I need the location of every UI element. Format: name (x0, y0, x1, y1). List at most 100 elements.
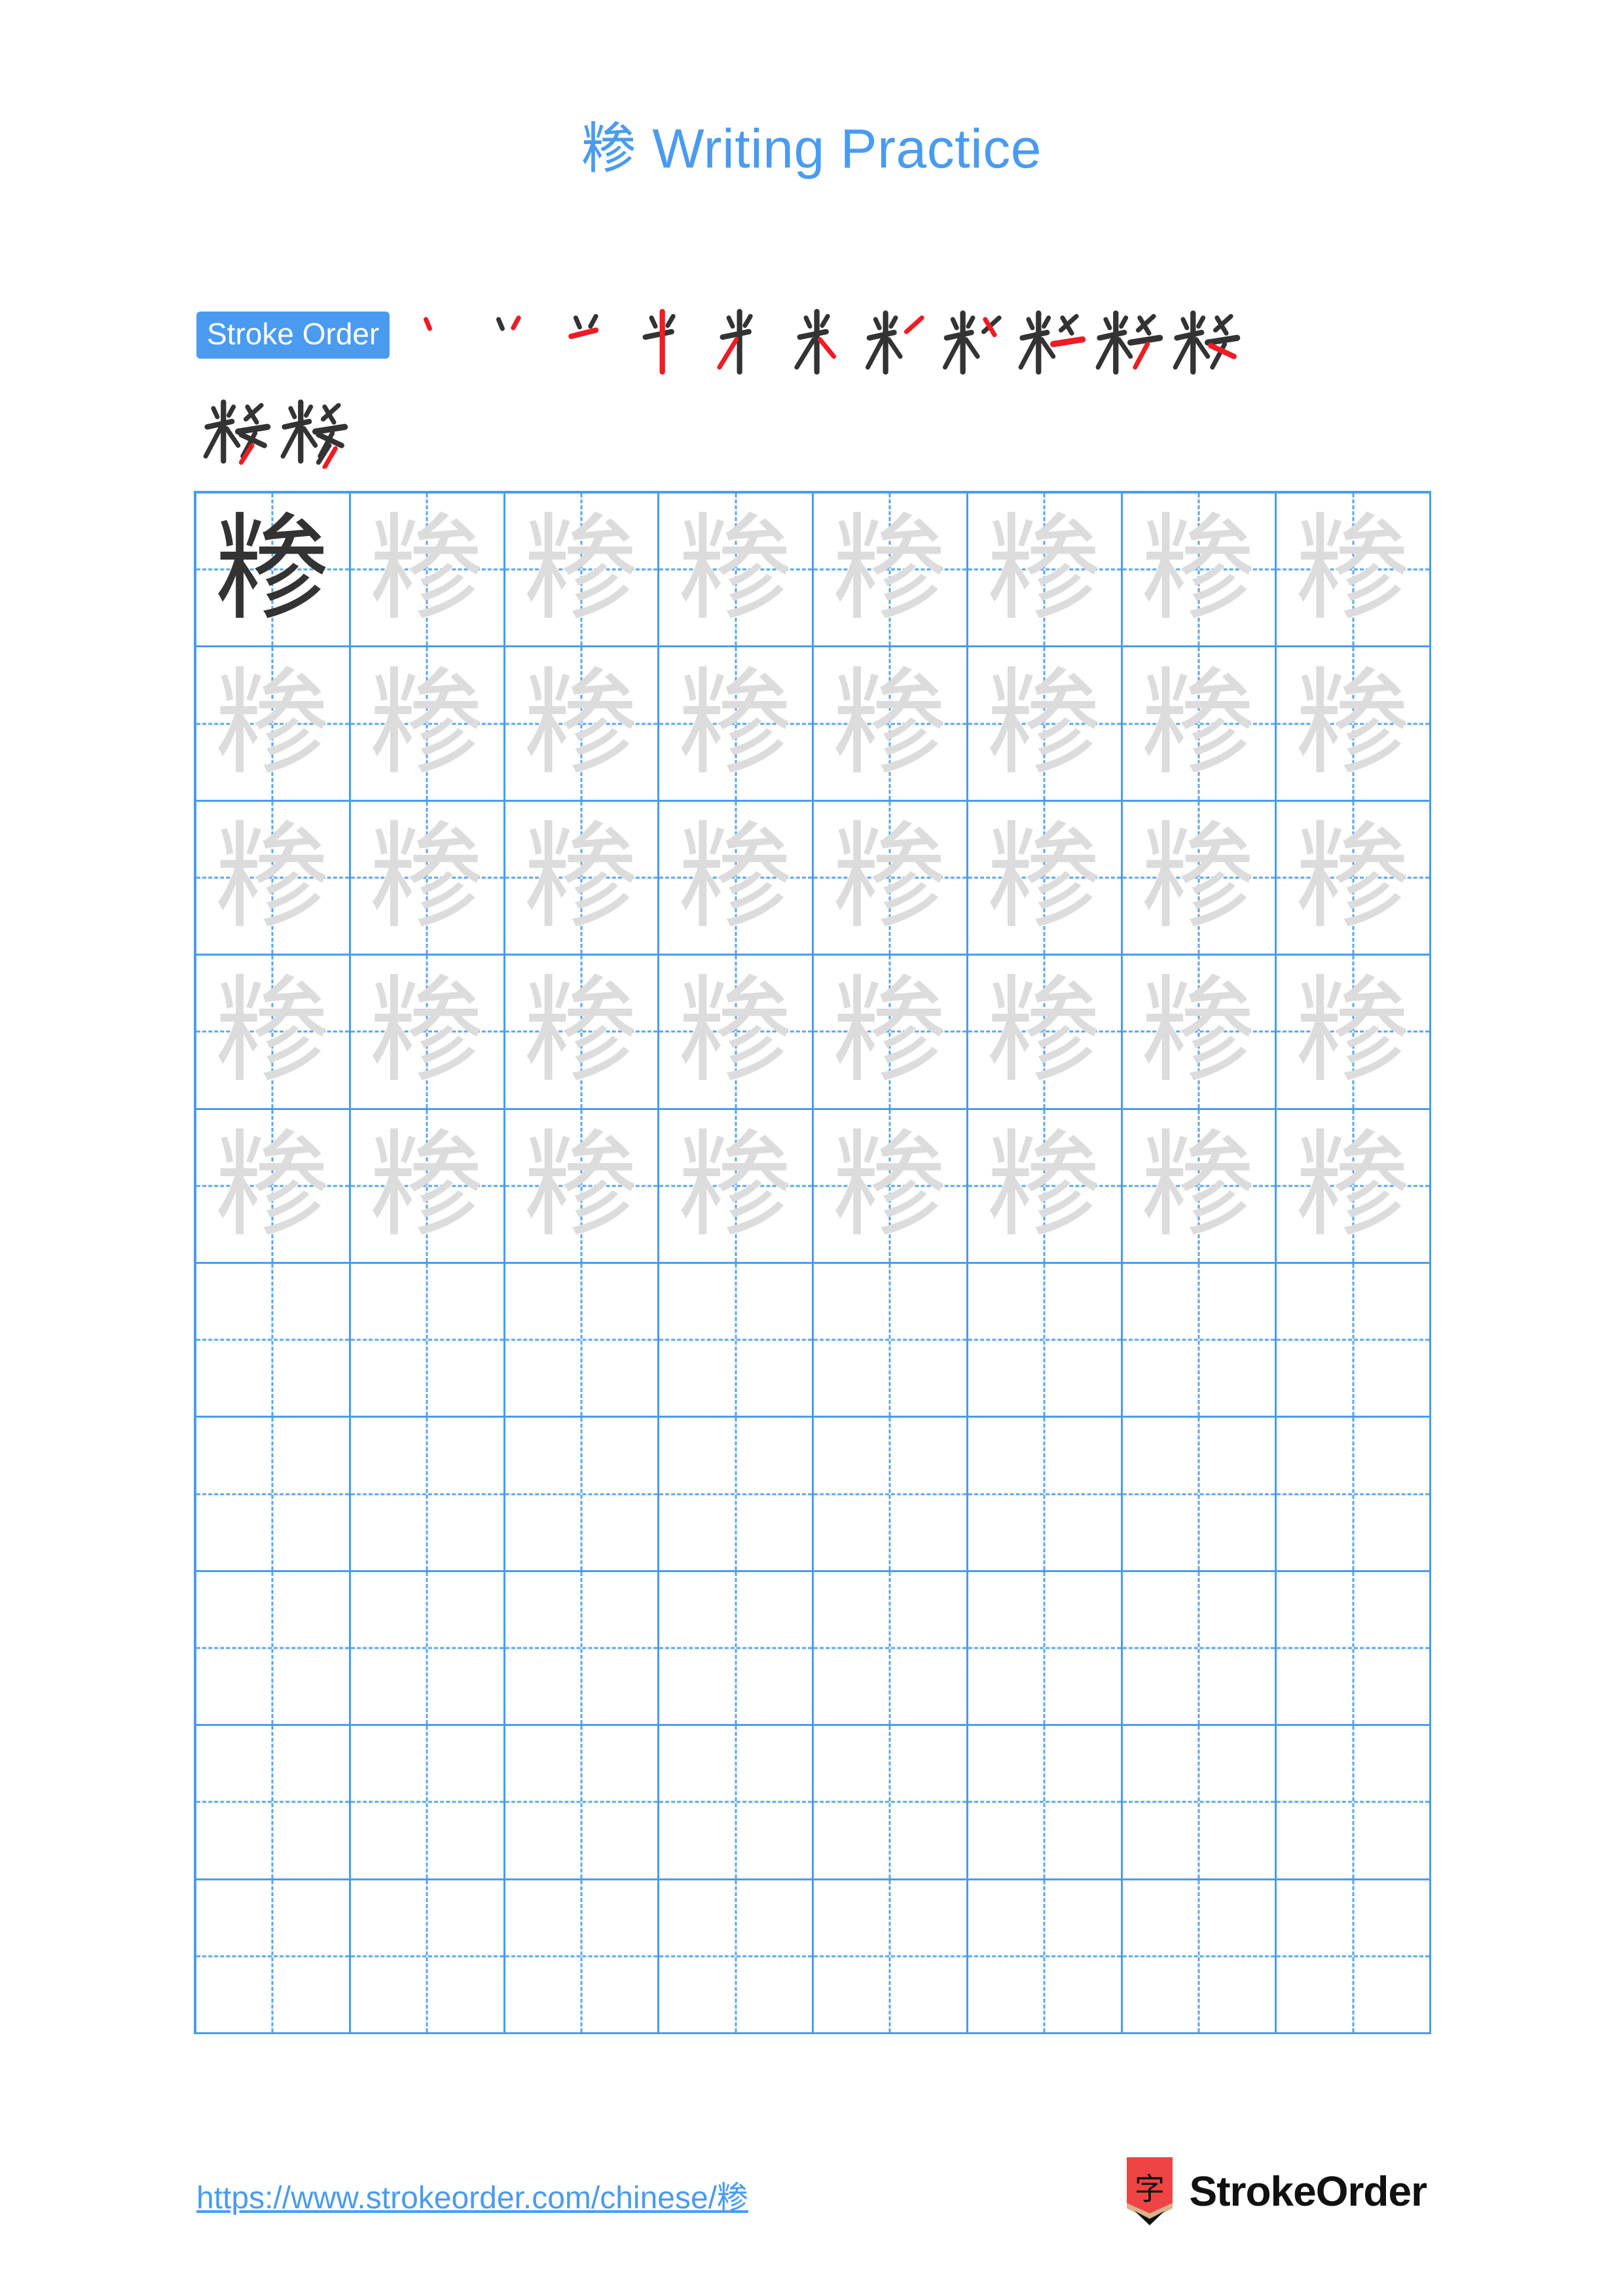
practice-cell-empty[interactable] (814, 1571, 968, 1727)
practice-cell-empty[interactable] (505, 1571, 660, 1727)
practice-cell-empty[interactable] (1122, 1571, 1277, 1727)
practice-cell[interactable]: 糁 (1122, 1109, 1277, 1264)
title-suffix: Writing Practice (636, 118, 1042, 179)
practice-cell[interactable]: 糁 (814, 1109, 968, 1264)
trace-character: 糁 (678, 1118, 793, 1253)
trace-character: 糁 (678, 964, 793, 1099)
practice-cell[interactable]: 糁 (196, 1109, 351, 1264)
practice-cell[interactable]: 糁 (968, 647, 1123, 802)
practice-cell-empty[interactable] (968, 1880, 1123, 2034)
trace-character: 糁 (678, 656, 793, 791)
practice-cell-empty[interactable] (1277, 1418, 1431, 1572)
practice-cell[interactable]: 糁 (968, 956, 1123, 1110)
practice-cell-empty[interactable] (350, 1880, 505, 2034)
practice-cell-empty[interactable] (814, 1880, 968, 2034)
practice-cell[interactable]: 糁 (196, 956, 351, 1110)
practice-cell[interactable]: 糁 (659, 801, 814, 956)
stroke-step-13 (274, 391, 351, 469)
practice-cell[interactable]: 糁 (659, 956, 814, 1110)
practice-cell-empty[interactable] (505, 1880, 660, 2034)
practice-cell-empty[interactable] (1277, 1571, 1431, 1727)
practice-cell-empty[interactable] (814, 1418, 968, 1572)
practice-cell[interactable]: 糁 (350, 956, 505, 1110)
stroke-step-2 (471, 302, 548, 380)
practice-cell-empty[interactable] (1277, 1263, 1431, 1418)
practice-cell-empty[interactable] (350, 1726, 505, 1880)
practice-cell[interactable]: 糁 (968, 1109, 1123, 1264)
practice-cell[interactable]: 糁 (968, 801, 1123, 956)
practice-cell-empty[interactable] (659, 1726, 814, 1880)
practice-cell[interactable]: 糁 (814, 647, 968, 802)
practice-cell-empty[interactable] (1122, 1880, 1277, 2034)
practice-cell-empty[interactable] (814, 1726, 968, 1880)
practice-cell[interactable]: 糁 (814, 956, 968, 1110)
pencil-logo-icon: 字 (1124, 2157, 1175, 2225)
practice-cell-empty[interactable] (968, 1571, 1123, 1727)
practice-cell[interactable]: 糁 (505, 956, 660, 1110)
practice-cell[interactable]: 糁 (968, 493, 1123, 648)
practice-cell[interactable]: 糁 (659, 1109, 814, 1264)
practice-cell-empty[interactable] (1277, 1726, 1431, 1880)
practice-cell-empty[interactable] (505, 1418, 660, 1572)
practice-cell[interactable]: 糁 (1122, 801, 1277, 956)
practice-cell-empty[interactable] (1122, 1726, 1277, 1880)
practice-cell-empty[interactable] (968, 1263, 1123, 1418)
practice-cell[interactable]: 糁 (659, 493, 814, 648)
practice-cell-empty[interactable] (505, 1726, 660, 1880)
practice-cell-empty[interactable] (196, 1263, 351, 1418)
title-character: 糁 (581, 117, 637, 181)
trace-character: 糁 (369, 810, 485, 944)
practice-cell-empty[interactable] (196, 1880, 351, 2034)
practice-cell[interactable]: 糁 (814, 801, 968, 956)
trace-character: 糁 (369, 502, 485, 637)
practice-cell[interactable]: 糁 (505, 647, 660, 802)
practice-cell-empty[interactable] (659, 1418, 814, 1572)
practice-cell-empty[interactable] (968, 1418, 1123, 1572)
practice-cell-empty[interactable] (659, 1263, 814, 1418)
practice-grid: 糁糁糁糁糁糁糁糁糁糁糁糁糁糁糁糁糁糁糁糁糁糁糁糁糁糁糁糁糁糁糁糁糁糁糁糁糁糁糁糁 (194, 491, 1431, 2034)
practice-cell[interactable]: 糁 (505, 493, 660, 648)
practice-cell[interactable]: 糁 (814, 493, 968, 648)
practice-cell[interactable]: 糁 (350, 647, 505, 802)
practice-cell-empty[interactable] (196, 1418, 351, 1572)
stroke-order-row-2 (196, 391, 1440, 469)
practice-cell[interactable]: 糁 (1277, 647, 1431, 802)
practice-cell-empty[interactable] (350, 1263, 505, 1418)
practice-cell[interactable]: 糁 (505, 801, 660, 956)
trace-character: 糁 (987, 810, 1103, 944)
practice-cell[interactable]: 糁 (196, 647, 351, 802)
practice-cell-empty[interactable] (659, 1880, 814, 2034)
trace-character: 糁 (369, 964, 485, 1099)
practice-cell[interactable]: 糁 (659, 647, 814, 802)
stroke-step-11 (1166, 302, 1243, 380)
practice-cell-empty[interactable] (196, 1571, 351, 1727)
practice-cell[interactable]: 糁 (1122, 956, 1277, 1110)
practice-cell[interactable]: 糁 (1277, 493, 1431, 648)
practice-cell[interactable]: 糁 (1277, 801, 1431, 956)
stroke-step-9 (1012, 302, 1089, 380)
practice-cell-empty[interactable] (1277, 1880, 1431, 2034)
practice-cell[interactable]: 糁 (1277, 956, 1431, 1110)
stroke-step-1 (393, 302, 471, 380)
practice-cell-empty[interactable] (814, 1263, 968, 1418)
practice-cell-empty[interactable] (1122, 1263, 1277, 1418)
practice-cell-empty[interactable] (968, 1726, 1123, 1880)
practice-cell[interactable]: 糁 (1122, 647, 1277, 802)
practice-cell-empty[interactable] (350, 1418, 505, 1572)
trace-character: 糁 (1295, 1118, 1411, 1253)
practice-cell[interactable]: 糁 (350, 493, 505, 648)
source-url-link[interactable]: https://www.strokeorder.com/chinese/糁 (196, 2172, 748, 2217)
practice-cell-empty[interactable] (1122, 1418, 1277, 1572)
practice-cell[interactable]: 糁 (196, 493, 351, 648)
practice-cell[interactable]: 糁 (350, 801, 505, 956)
practice-cell-empty[interactable] (350, 1571, 505, 1727)
practice-cell[interactable]: 糁 (196, 801, 351, 956)
practice-cell[interactable]: 糁 (505, 1109, 660, 1264)
practice-cell-empty[interactable] (196, 1726, 351, 1880)
practice-cell[interactable]: 糁 (1277, 1109, 1431, 1264)
practice-cell-empty[interactable] (659, 1571, 814, 1727)
trace-character: 糁 (523, 1118, 639, 1253)
practice-cell-empty[interactable] (505, 1263, 660, 1418)
practice-cell[interactable]: 糁 (350, 1109, 505, 1264)
practice-cell[interactable]: 糁 (1122, 493, 1277, 648)
